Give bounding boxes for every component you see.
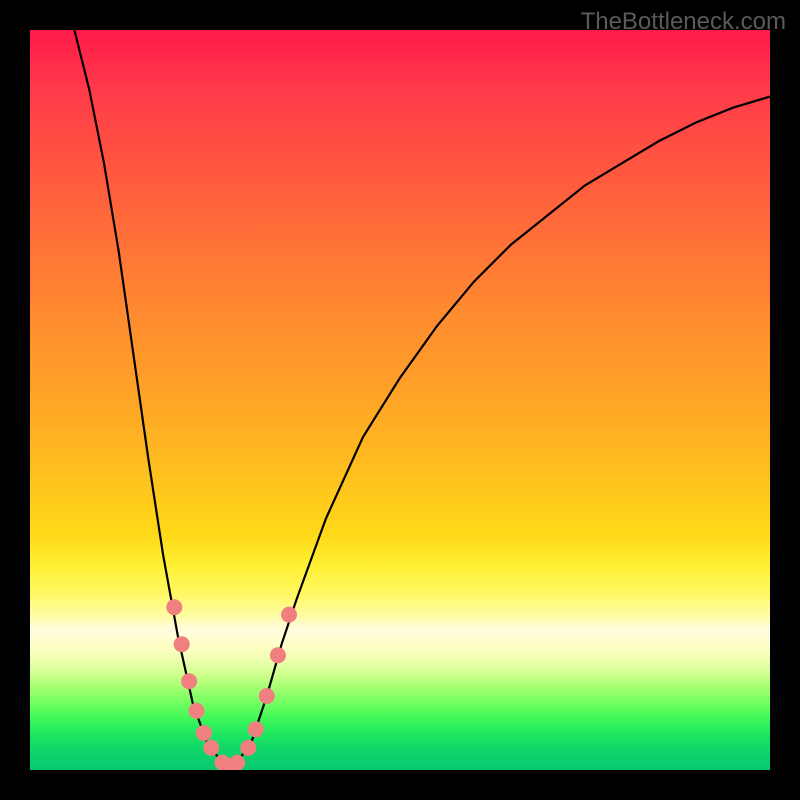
data-point-marker — [189, 703, 205, 719]
data-point-marker — [281, 607, 297, 623]
data-point-marker — [248, 721, 264, 737]
data-point-marker — [203, 740, 219, 756]
watermark-text: TheBottleneck.com — [581, 8, 786, 36]
data-point-marker — [240, 740, 256, 756]
data-point-marker — [181, 673, 197, 689]
data-markers — [30, 30, 770, 770]
data-point-marker — [270, 647, 286, 663]
data-point-marker — [229, 755, 245, 770]
data-point-marker — [174, 636, 190, 652]
data-point-marker — [166, 599, 182, 615]
data-point-marker — [259, 688, 275, 704]
data-point-marker — [196, 725, 212, 741]
